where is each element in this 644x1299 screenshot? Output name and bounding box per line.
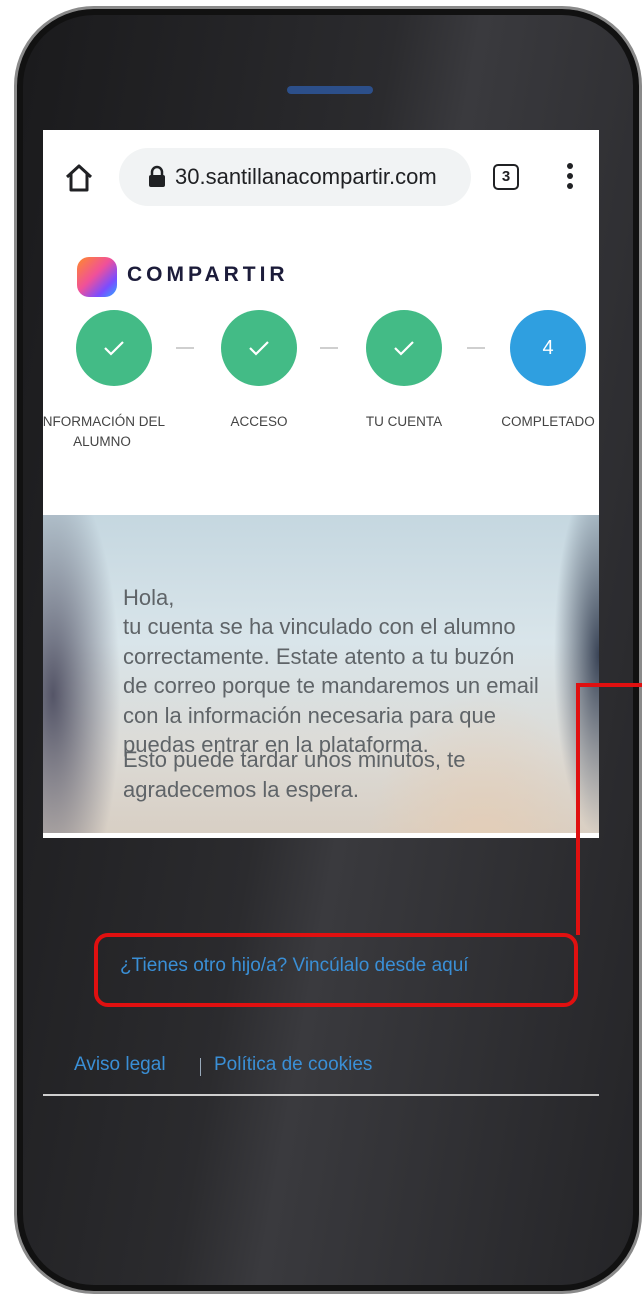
footer-separator (200, 1058, 201, 1076)
screen-bottom-edge (43, 1094, 599, 1096)
phone-speaker (287, 86, 373, 94)
step-3-label: TU CUENTA (365, 414, 443, 429)
wait-note: Esto puede tardar unos minutos, te agrad… (123, 747, 466, 802)
tab-switcher-button[interactable]: 3 (493, 164, 519, 190)
highlight-annotation (94, 933, 578, 1007)
address-bar[interactable]: 30.santillanacompartir.com (119, 148, 471, 206)
footer-cookies-link[interactable]: Política de cookies (214, 1054, 372, 1076)
annotation-line (576, 683, 642, 687)
step-3-check-icon (366, 310, 442, 386)
confirmation-panel: Hola, tu cuenta se ha vinculado con el a… (43, 515, 599, 833)
compartir-logo-icon (77, 257, 117, 297)
site-header: COMPARTIR 4 INFORMACIÓN DEL ALUMNO ACCES… (43, 225, 599, 515)
browser-toolbar: 30.santillanacompartir.com 3 (43, 130, 599, 226)
step-4-label: COMPLETADO (501, 414, 595, 429)
footer-legal-link[interactable]: Aviso legal (74, 1054, 166, 1076)
step-separator (176, 347, 194, 349)
greeting-text: Hola, (123, 585, 175, 610)
annotation-line (576, 683, 580, 935)
step-1-check-icon (76, 310, 152, 386)
step-1-label: INFORMACIÓN DEL ALUMNO (43, 414, 165, 449)
step-2-check-icon (221, 310, 297, 386)
url-text: 30.santillanacompartir.com (175, 164, 437, 189)
confirmation-message: tu cuenta se ha vinculado con el alumno … (123, 614, 539, 757)
home-icon[interactable] (61, 160, 97, 196)
step-4-number: 4 (510, 310, 586, 386)
more-vert-icon[interactable] (565, 160, 575, 196)
brand-name: COMPARTIR (127, 263, 289, 286)
step-separator (467, 347, 485, 349)
lock-icon (147, 165, 167, 189)
step-2-label: ACCESO (230, 414, 288, 429)
step-separator (320, 347, 338, 349)
